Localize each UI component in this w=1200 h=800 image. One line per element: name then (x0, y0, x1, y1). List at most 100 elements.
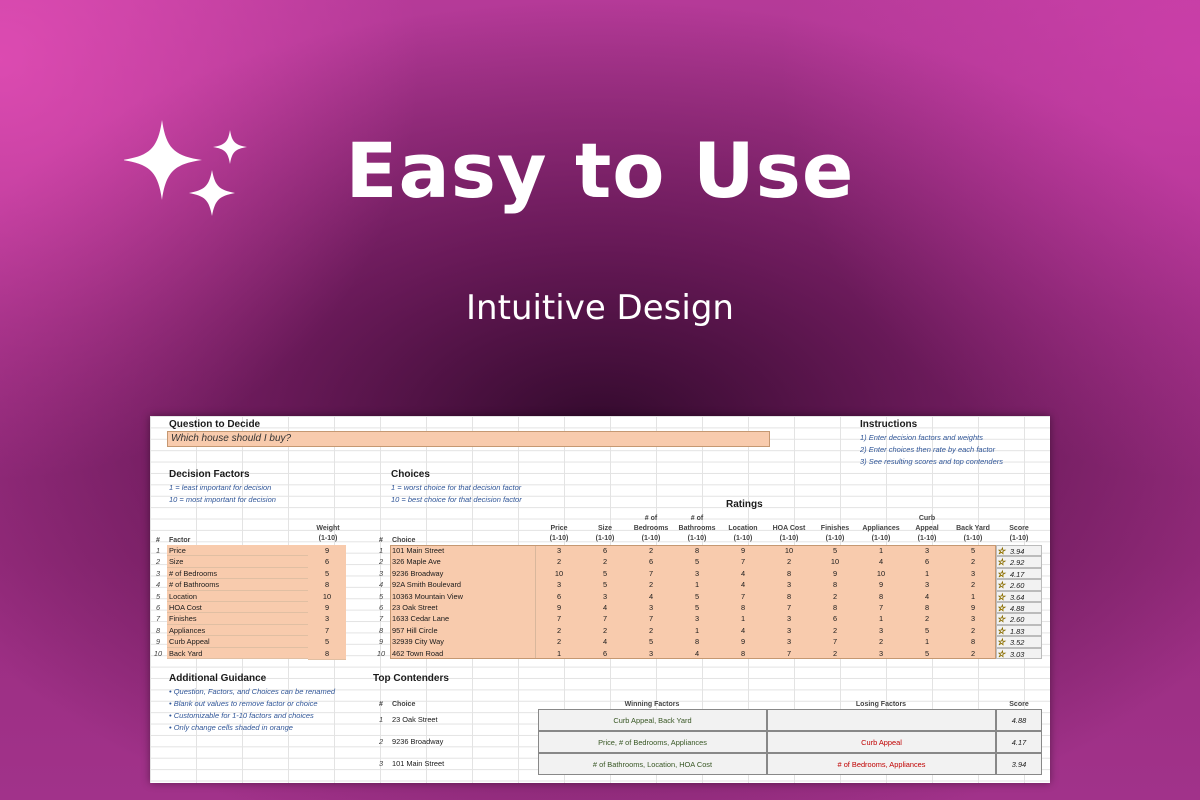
factor-name-cell[interactable]: # of Bathrooms (167, 579, 308, 591)
rating-cell[interactable]: 3 (858, 647, 905, 659)
rating-cell[interactable]: 7 (628, 613, 675, 625)
rating-cell[interactable]: 1 (536, 647, 583, 659)
factor-name-cell[interactable]: Appliances (167, 624, 308, 637)
rating-cell[interactable]: 4 (628, 590, 675, 602)
factor-weight-cell[interactable]: 8 (308, 647, 346, 660)
choice-name-cell[interactable]: 23 Oak Street (390, 602, 536, 614)
rating-cell[interactable]: 9 (950, 602, 997, 614)
factor-name-cell[interactable]: Location (167, 590, 308, 602)
rating-cell[interactable]: 6 (582, 647, 629, 659)
rating-cell[interactable]: 2 (536, 636, 583, 648)
rating-cell[interactable]: 8 (720, 647, 767, 659)
rating-cell[interactable]: 9 (858, 579, 905, 591)
rating-cell[interactable]: 3 (904, 579, 951, 591)
rating-cell[interactable]: 2 (950, 579, 997, 591)
rating-cell[interactable]: 1 (674, 624, 721, 637)
rating-cell[interactable]: 10 (812, 556, 859, 568)
rating-cell[interactable]: 8 (766, 567, 813, 580)
rating-cell[interactable]: 7 (766, 647, 813, 659)
factor-name-cell[interactable]: Finishes (167, 613, 308, 625)
rating-cell[interactable]: 5 (674, 602, 721, 614)
rating-cell[interactable]: 2 (536, 556, 583, 568)
rating-cell[interactable]: 9 (720, 636, 767, 648)
rating-cell[interactable]: 9 (536, 602, 583, 614)
rating-cell[interactable]: 7 (536, 613, 583, 625)
rating-cell[interactable]: 3 (904, 545, 951, 557)
rating-cell[interactable]: 3 (674, 567, 721, 580)
rating-cell[interactable]: 5 (582, 579, 629, 591)
rating-cell[interactable]: 5 (628, 636, 675, 648)
choice-name-cell[interactable]: 101 Main Street (390, 545, 536, 557)
rating-cell[interactable]: 1 (858, 613, 905, 625)
rating-cell[interactable]: 2 (766, 556, 813, 568)
choice-name-cell[interactable]: 32939 City Way (390, 636, 536, 648)
rating-cell[interactable]: 9 (812, 567, 859, 580)
rating-cell[interactable]: 5 (904, 624, 951, 637)
rating-cell[interactable]: 8 (904, 602, 951, 614)
rating-cell[interactable]: 6 (904, 556, 951, 568)
rating-cell[interactable]: 2 (858, 636, 905, 648)
rating-cell[interactable]: 2 (950, 624, 997, 637)
rating-cell[interactable]: 1 (950, 590, 997, 602)
rating-cell[interactable]: 2 (628, 545, 675, 557)
rating-cell[interactable]: 8 (766, 590, 813, 602)
rating-cell[interactable]: 10 (766, 545, 813, 557)
rating-cell[interactable]: 3 (582, 590, 629, 602)
rating-cell[interactable]: 10 (858, 567, 905, 580)
rating-cell[interactable]: 4 (582, 636, 629, 648)
rating-cell[interactable]: 1 (904, 567, 951, 580)
rating-cell[interactable]: 8 (720, 602, 767, 614)
rating-cell[interactable]: 1 (674, 579, 721, 591)
rating-cell[interactable]: 2 (628, 624, 675, 637)
rating-cell[interactable]: 3 (674, 613, 721, 625)
choice-name-cell[interactable]: 957 Hill Circle (390, 624, 536, 637)
rating-cell[interactable]: 3 (766, 624, 813, 637)
choice-name-cell[interactable]: 10363 Mountain View (390, 590, 536, 602)
rating-cell[interactable]: 8 (674, 636, 721, 648)
choice-name-cell[interactable]: 1633 Cedar Lane (390, 613, 536, 625)
factor-name-cell[interactable]: Curb Appeal (167, 636, 308, 648)
rating-cell[interactable]: 6 (628, 556, 675, 568)
rating-cell[interactable]: 2 (950, 647, 997, 659)
rating-cell[interactable]: 3 (536, 545, 583, 557)
rating-cell[interactable]: 6 (582, 545, 629, 557)
rating-cell[interactable]: 2 (812, 590, 859, 602)
rating-cell[interactable]: 3 (766, 579, 813, 591)
rating-cell[interactable]: 1 (904, 636, 951, 648)
rating-cell[interactable]: 7 (720, 590, 767, 602)
rating-cell[interactable]: 5 (950, 545, 997, 557)
rating-cell[interactable]: 2 (536, 624, 583, 637)
question-input[interactable]: Which house should I buy? (167, 431, 770, 447)
rating-cell[interactable]: 2 (582, 556, 629, 568)
rating-cell[interactable]: 5 (582, 567, 629, 580)
rating-cell[interactable]: 3 (766, 636, 813, 648)
choice-name-cell[interactable]: 326 Maple Ave (390, 556, 536, 568)
choice-name-cell[interactable]: 462 Town Road (390, 647, 536, 659)
rating-cell[interactable]: 9 (720, 545, 767, 557)
rating-cell[interactable]: 7 (720, 556, 767, 568)
rating-cell[interactable]: 6 (536, 590, 583, 602)
rating-cell[interactable]: 8 (858, 590, 905, 602)
choice-name-cell[interactable]: 9236 Broadway (390, 567, 536, 580)
rating-cell[interactable]: 8 (950, 636, 997, 648)
rating-cell[interactable]: 2 (628, 579, 675, 591)
rating-cell[interactable]: 8 (812, 602, 859, 614)
rating-cell[interactable]: 3 (536, 579, 583, 591)
rating-cell[interactable]: 8 (674, 545, 721, 557)
rating-cell[interactable]: 5 (812, 545, 859, 557)
rating-cell[interactable]: 1 (858, 545, 905, 557)
rating-cell[interactable]: 2 (812, 647, 859, 659)
rating-cell[interactable]: 3 (766, 613, 813, 625)
rating-cell[interactable]: 3 (858, 624, 905, 637)
rating-cell[interactable]: 4 (674, 647, 721, 659)
rating-cell[interactable]: 4 (904, 590, 951, 602)
rating-cell[interactable]: 8 (812, 579, 859, 591)
rating-cell[interactable]: 7 (628, 567, 675, 580)
rating-cell[interactable]: 7 (858, 602, 905, 614)
rating-cell[interactable]: 4 (720, 579, 767, 591)
factor-name-cell[interactable]: Back Yard (167, 647, 308, 659)
rating-cell[interactable]: 7 (582, 613, 629, 625)
rating-cell[interactable]: 3 (950, 567, 997, 580)
rating-cell[interactable]: 2 (904, 613, 951, 625)
choice-name-cell[interactable]: 92A Smith Boulevard (390, 579, 536, 591)
